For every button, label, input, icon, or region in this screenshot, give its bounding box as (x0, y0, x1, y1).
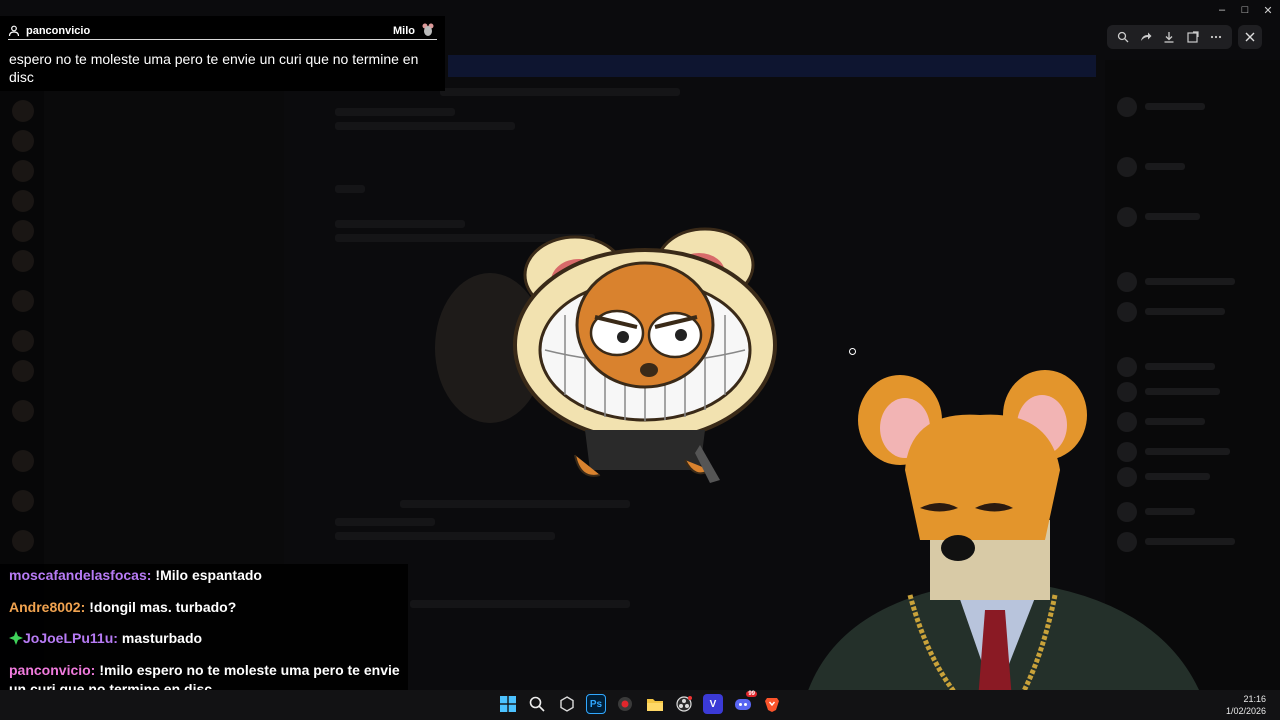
brave-icon[interactable] (762, 694, 782, 714)
highlighted-message-header: panconvicio Milo (8, 22, 437, 40)
system-clock[interactable]: 21:16 1/02/2026 (1226, 693, 1266, 717)
obs-icon[interactable] (674, 694, 694, 714)
user-icon (8, 25, 20, 37)
image-viewer-toolbar (1107, 25, 1232, 49)
app-icon[interactable] (557, 694, 577, 714)
open-external-icon[interactable] (1184, 28, 1202, 46)
clock-date: 1/02/2026 (1225, 706, 1266, 716)
close-icon (1245, 32, 1255, 42)
grinning-mouse-emote (513, 227, 777, 483)
close-window-icon[interactable]: ✕ (1261, 4, 1275, 17)
vegas-icon[interactable]: V (703, 694, 723, 714)
vtuber-avatar (800, 370, 1210, 720)
mouse-avatar-icon (422, 23, 434, 36)
record-icon[interactable] (615, 694, 635, 714)
highlighted-message-text: espero no te moleste uma pero te envie u… (9, 51, 419, 85)
chat-message: JoJoeLPu11u: masturbado (9, 629, 404, 648)
taskbar (0, 690, 1280, 720)
highlighted-message: panconvicio Milo espero no te moleste um… (0, 16, 445, 91)
windows-start-icon[interactable] (498, 694, 518, 714)
forward-icon[interactable] (1137, 28, 1155, 46)
chat-message: moscafandelasfocas: !Milo espantado (9, 566, 404, 585)
message-target: Milo (393, 25, 415, 37)
chat-username: JoJoeLPu11u: (23, 630, 118, 646)
chat-message: Andre8002: !dongil mas. turbado? (9, 598, 404, 617)
chat-text: !Milo espantado (155, 567, 262, 583)
chat-username: moscafandelasfocas: (9, 567, 152, 583)
clock-time: 21:16 (1243, 694, 1266, 704)
chat-username: panconvicio: (9, 662, 96, 678)
chat-text: masturbado (121, 630, 203, 646)
stream-chat-log: moscafandelasfocas: !Milo espantado Andre… (0, 564, 408, 704)
maximize-icon[interactable]: □ (1238, 4, 1252, 16)
jump-to-present-bar (448, 55, 1096, 77)
zoom-icon[interactable] (1114, 28, 1132, 46)
chat-text: !dongil mas. turbado? (89, 599, 237, 615)
green-diamond-icon (9, 631, 23, 645)
chat-username: Andre8002: (9, 599, 86, 615)
close-viewer-button[interactable] (1238, 25, 1262, 49)
discord-badge: 99 (746, 691, 757, 697)
photoshop-icon[interactable]: Ps (586, 694, 606, 714)
mouse-cursor (849, 348, 856, 355)
message-username: panconvicio (26, 25, 91, 37)
search-icon[interactable] (527, 694, 547, 714)
file-explorer-icon[interactable] (645, 694, 665, 714)
minimize-icon[interactable]: – (1215, 4, 1229, 16)
discord-icon[interactable]: 99 (733, 691, 757, 714)
download-icon[interactable] (1160, 28, 1178, 46)
more-icon[interactable] (1207, 28, 1225, 46)
